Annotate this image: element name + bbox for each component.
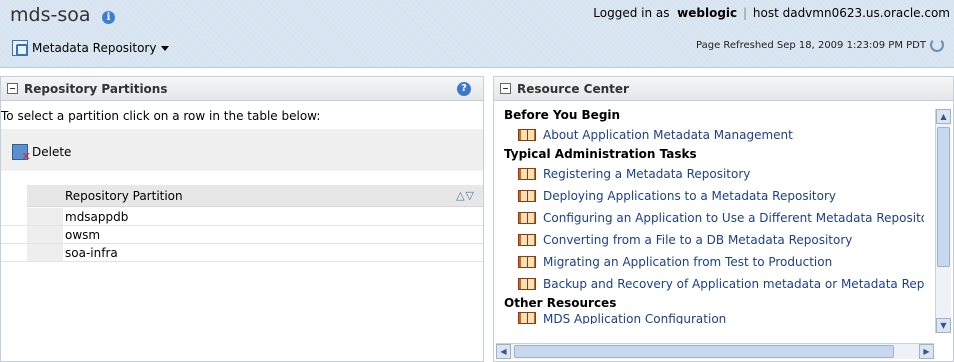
app-title: mds-soa bbox=[10, 4, 91, 26]
table-row[interactable]: mdsappdb bbox=[1, 208, 483, 226]
column-header-label: Repository Partition bbox=[65, 188, 183, 203]
scroll-thumb[interactable] bbox=[937, 127, 950, 267]
row-selector[interactable] bbox=[27, 226, 63, 243]
resource-link[interactable]: Deploying Applications to a Metadata Rep… bbox=[504, 185, 924, 207]
section-heading: Before You Begin bbox=[504, 108, 621, 122]
partition-name: soa-infra bbox=[65, 246, 118, 260]
metadata-repository-menu[interactable]: Metadata Repository bbox=[12, 38, 170, 58]
repository-partitions-panel: Repository Partitions ? To select a part… bbox=[0, 76, 484, 362]
help-icon[interactable]: ? bbox=[457, 82, 471, 96]
collapse-icon[interactable] bbox=[7, 83, 18, 94]
panel-title: Resource Center bbox=[517, 81, 629, 96]
chevron-down-icon bbox=[161, 45, 170, 51]
book-icon bbox=[518, 234, 536, 246]
book-icon bbox=[518, 168, 536, 180]
menu-label: Metadata Repository bbox=[32, 41, 157, 55]
delete-icon bbox=[12, 144, 31, 163]
book-icon bbox=[518, 129, 536, 141]
collapse-icon[interactable] bbox=[500, 83, 511, 94]
vertical-scrollbar[interactable]: ▲ ▼ bbox=[935, 109, 951, 333]
instruction-text: To select a partition click on a row in … bbox=[1, 109, 321, 123]
panel-header: Resource Center bbox=[494, 77, 953, 101]
partition-name: owsm bbox=[65, 228, 101, 242]
row-selector[interactable] bbox=[27, 244, 63, 261]
host-label: host dadvmn0623.us.oracle.com bbox=[752, 6, 950, 20]
resource-link[interactable]: MDS Application Configuration bbox=[504, 312, 924, 324]
info-icon[interactable]: i bbox=[102, 11, 115, 24]
refresh-text: Page Refreshed Sep 18, 2009 1:23:09 PM P… bbox=[696, 39, 926, 51]
repository-icon bbox=[12, 40, 28, 56]
page-header: mds-soa i Metadata Repository Logged in … bbox=[0, 0, 954, 68]
panel-title: Repository Partitions bbox=[24, 81, 168, 96]
panel-header: Repository Partitions ? bbox=[1, 77, 483, 101]
scroll-down-icon[interactable]: ▼ bbox=[936, 318, 951, 333]
scroll-up-icon[interactable]: ▲ bbox=[936, 109, 951, 124]
resource-link[interactable]: Backup and Recovery of Application metad… bbox=[504, 273, 924, 295]
book-icon bbox=[518, 212, 536, 224]
resource-center-panel: Resource Center Before You Begin About A… bbox=[493, 76, 954, 362]
separator: | bbox=[743, 6, 748, 20]
delete-label: Delete bbox=[32, 145, 72, 159]
column-header-repository-partition[interactable]: Repository Partition △▽ bbox=[27, 185, 483, 207]
resource-link[interactable]: Registering a Metadata Repository bbox=[504, 163, 924, 185]
scroll-thumb[interactable] bbox=[514, 345, 894, 358]
section-heading: Typical Administration Tasks bbox=[504, 147, 697, 161]
scroll-left-icon[interactable]: ◀ bbox=[496, 344, 511, 359]
resource-link[interactable]: Converting from a File to a DB Metadata … bbox=[504, 229, 924, 251]
book-icon bbox=[518, 256, 536, 268]
login-info: Logged in as weblogic | host dadvmn0623.… bbox=[593, 6, 950, 20]
page-refreshed: Page Refreshed Sep 18, 2009 1:23:09 PM P… bbox=[696, 38, 944, 52]
user-name: weblogic bbox=[677, 6, 738, 20]
resource-link[interactable]: Configuring an Application to Use a Diff… bbox=[504, 207, 924, 229]
table-row[interactable]: owsm bbox=[1, 226, 483, 244]
row-selector[interactable] bbox=[27, 208, 63, 225]
delete-button[interactable]: Delete bbox=[12, 144, 72, 163]
book-icon bbox=[518, 190, 536, 202]
sort-icon[interactable]: △▽ bbox=[456, 189, 475, 202]
partition-name: mdsappdb bbox=[65, 210, 129, 224]
horizontal-scrollbar[interactable]: ◀ ▶ bbox=[496, 343, 934, 359]
section-heading: Other Resources bbox=[504, 296, 617, 310]
resource-link[interactable]: Migrating an Application from Test to Pr… bbox=[504, 251, 924, 273]
table-toolbar: Delete bbox=[1, 129, 483, 171]
resource-link[interactable]: About Application Metadata Management bbox=[504, 124, 924, 146]
book-icon bbox=[518, 312, 536, 324]
table-row[interactable]: soa-infra bbox=[1, 244, 483, 262]
resource-list: Before You Begin About Application Metad… bbox=[504, 107, 924, 324]
refresh-icon[interactable] bbox=[930, 38, 944, 52]
scroll-right-icon[interactable]: ▶ bbox=[919, 344, 934, 359]
login-prefix: Logged in as bbox=[593, 6, 670, 20]
book-icon bbox=[518, 278, 536, 290]
